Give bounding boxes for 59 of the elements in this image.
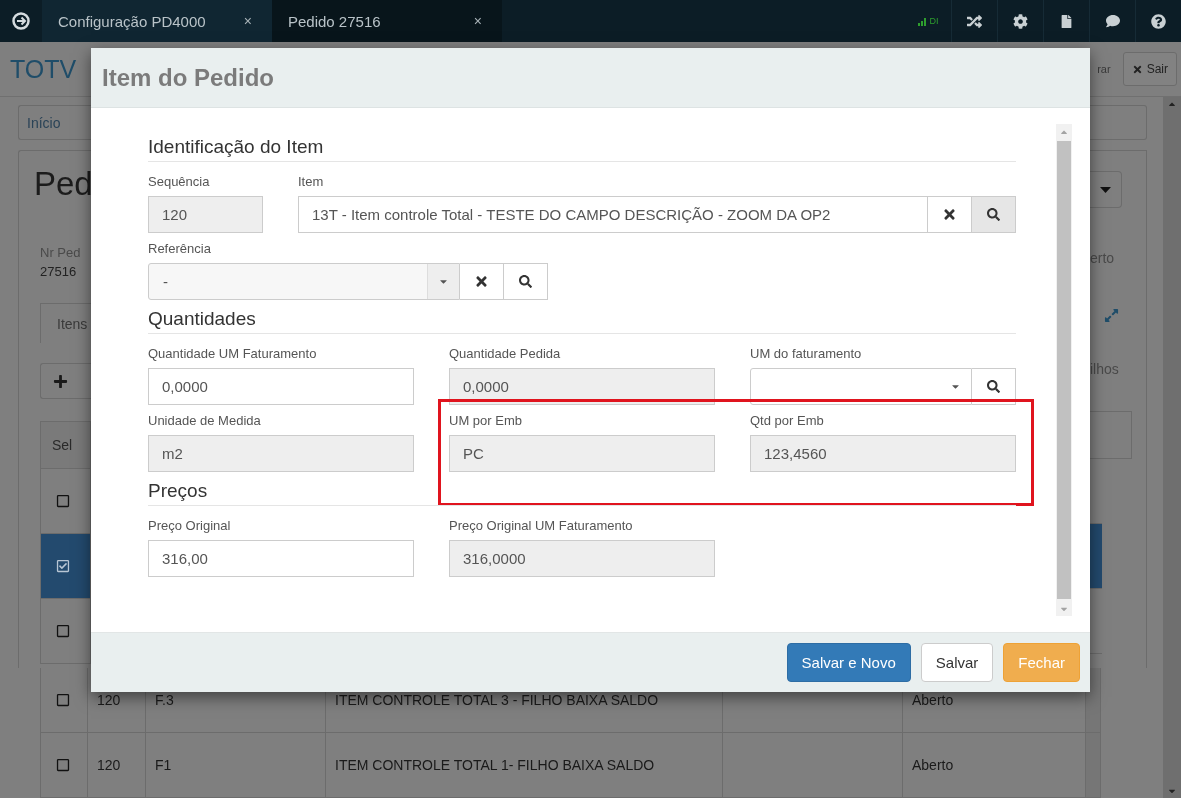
signal-label: DI xyxy=(929,16,939,26)
dialog-title: Item do Pedido xyxy=(102,63,274,92)
clear-button[interactable] xyxy=(460,263,504,300)
field-label: Item xyxy=(298,174,325,189)
search-button[interactable] xyxy=(972,368,1016,405)
text-field[interactable]: 0,0000 xyxy=(148,368,414,405)
tab[interactable]: Configuração PD4000 × xyxy=(42,0,272,42)
logo-icon xyxy=(12,12,30,30)
row-checkbox[interactable] xyxy=(56,494,70,508)
item-field[interactable]: 13T - Item controle Total - TESTE DO CAMPO DESCRIÇÃO - ZOOM DA OP2 xyxy=(298,196,928,233)
caret-icon xyxy=(1100,186,1111,193)
field-label: Sequência xyxy=(148,174,211,189)
search-icon xyxy=(519,275,532,288)
field-label: Preço Original UM Faturamento xyxy=(449,518,634,533)
row-checkbox[interactable] xyxy=(56,624,70,638)
close-icon xyxy=(1131,63,1143,75)
table-header-cell: Sel xyxy=(40,421,91,469)
field-label: Referência xyxy=(148,241,212,256)
close-icon xyxy=(942,207,957,222)
search-icon xyxy=(987,380,1000,393)
page-title: Ped xyxy=(34,165,91,203)
text-field[interactable]: 316,00 xyxy=(148,540,414,577)
field-label: UM por Emb xyxy=(449,413,523,428)
table-cell: 120 xyxy=(87,733,145,797)
close-icon[interactable]: × xyxy=(243,13,252,29)
table-row[interactable]: 120 F1 ITEM CONTROLE TOTAL 1- FILHO BAIXA SALDO Aberto xyxy=(40,733,1101,798)
select-field[interactable]: - xyxy=(148,263,460,300)
search-button[interactable] xyxy=(972,196,1016,233)
field-label: Qtd por Emb xyxy=(750,413,825,428)
field-label: Unidade de Medida xyxy=(148,413,262,428)
field-label: Quantidade Pedida xyxy=(449,346,562,361)
table-row xyxy=(1090,524,1102,589)
exit-button[interactable]: Sair xyxy=(1122,52,1177,86)
signal-icon xyxy=(917,16,928,26)
row-checkbox[interactable] xyxy=(56,559,70,573)
select-field[interactable] xyxy=(750,368,972,405)
field-label: UM do faturamento xyxy=(750,346,863,361)
table-cell: ITEM CONTROLE TOTAL 1- FILHO BAIXA SALDO xyxy=(325,733,722,797)
clear-button[interactable] xyxy=(928,196,972,233)
search-button[interactable] xyxy=(504,263,548,300)
section-heading: Quantidades xyxy=(148,308,1016,334)
tab[interactable]: Pedido 27516 × xyxy=(272,0,502,42)
plus-icon xyxy=(53,373,68,389)
field-label: Quantidade UM Faturamento xyxy=(148,346,318,361)
scrollbar[interactable] xyxy=(1163,97,1181,798)
field-label: Preço Original xyxy=(148,518,232,533)
close-icon xyxy=(474,274,489,289)
brand-logo: TOTV xyxy=(10,54,77,84)
row-checkbox[interactable] xyxy=(56,758,70,772)
table-cell: F1 xyxy=(145,733,325,797)
search-icon xyxy=(987,208,1000,221)
row-checkbox[interactable] xyxy=(56,693,70,707)
order-number: 27516 xyxy=(40,264,78,279)
section-heading: Preços xyxy=(148,480,1016,506)
close-icon[interactable]: × xyxy=(473,13,482,29)
dialog-button[interactable]: Salvar e Novo xyxy=(786,643,911,682)
dialog-button[interactable]: Salvar xyxy=(920,643,994,682)
header-button-fragment: rar xyxy=(1097,63,1111,75)
section-heading: Identificação do Item xyxy=(148,136,1016,162)
